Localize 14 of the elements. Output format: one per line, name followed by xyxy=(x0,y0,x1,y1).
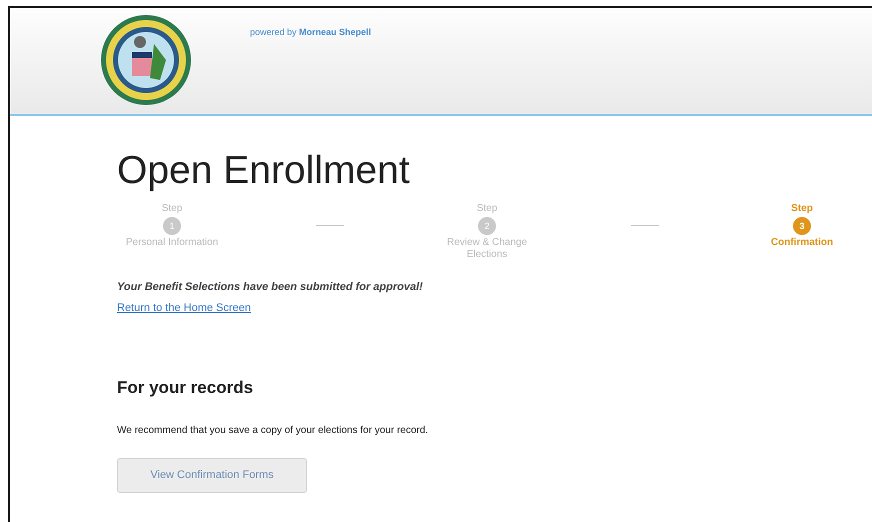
step-caption: Step xyxy=(160,202,184,215)
section-heading: For your records xyxy=(117,377,254,400)
step-number: 3 xyxy=(793,216,811,235)
view-forms-button[interactable]: View Confirmation Forms xyxy=(117,458,307,493)
powered-by-text: powered by Morneau Shepell xyxy=(250,26,372,39)
step-label: Personal Information xyxy=(124,236,220,249)
page-title: Open Enrollment xyxy=(117,148,411,194)
step-caption: Step xyxy=(476,202,498,215)
step-caption: Step xyxy=(790,202,814,215)
records-text: We recommend that you save a copy of your elections for your record. xyxy=(117,424,430,438)
home-link[interactable]: Return to the Home Screen xyxy=(117,302,251,314)
step-label: Review & Change Elections xyxy=(446,236,528,261)
step-label: Confirmation xyxy=(770,236,834,249)
submission-message: Your Benefit Selections have been submitted for approval! xyxy=(117,280,424,295)
